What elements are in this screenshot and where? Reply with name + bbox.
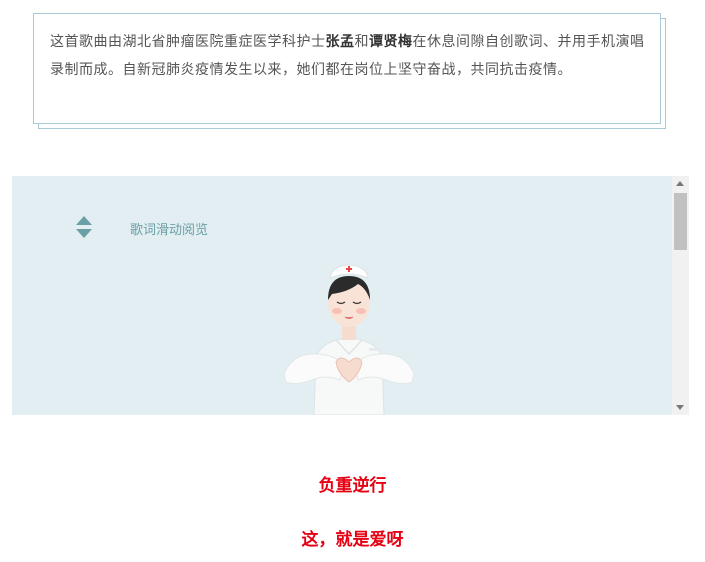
- scroll-hint: 歌词滑动阅览: [76, 216, 246, 242]
- caption-line-2: 这，就是爱呀: [301, 530, 404, 550]
- lyrics-scroll-panel[interactable]: 歌词滑动阅览: [12, 176, 689, 415]
- caption-line-1: 负重逆行: [318, 476, 387, 496]
- nurse-name-1: 张孟: [325, 34, 355, 50]
- intro-text: 这首歌曲由湖北省肿瘤医院重症医学科护士张孟和谭贤梅在休息间隙自创歌词、并用手机演…: [50, 34, 645, 78]
- scrollbar-thumb[interactable]: [674, 193, 687, 250]
- nurse-name-2: 谭贤梅: [369, 34, 413, 50]
- nurse-illustration: [283, 264, 415, 415]
- arrow-down-icon: [76, 229, 92, 238]
- scroll-hint-label: 歌词滑动阅览: [130, 223, 209, 238]
- scroll-down-icon[interactable]: [676, 405, 684, 410]
- scroll-up-icon[interactable]: [676, 181, 684, 186]
- lyrics-scrollbar[interactable]: [672, 176, 689, 415]
- arrow-up-icon: [76, 216, 92, 225]
